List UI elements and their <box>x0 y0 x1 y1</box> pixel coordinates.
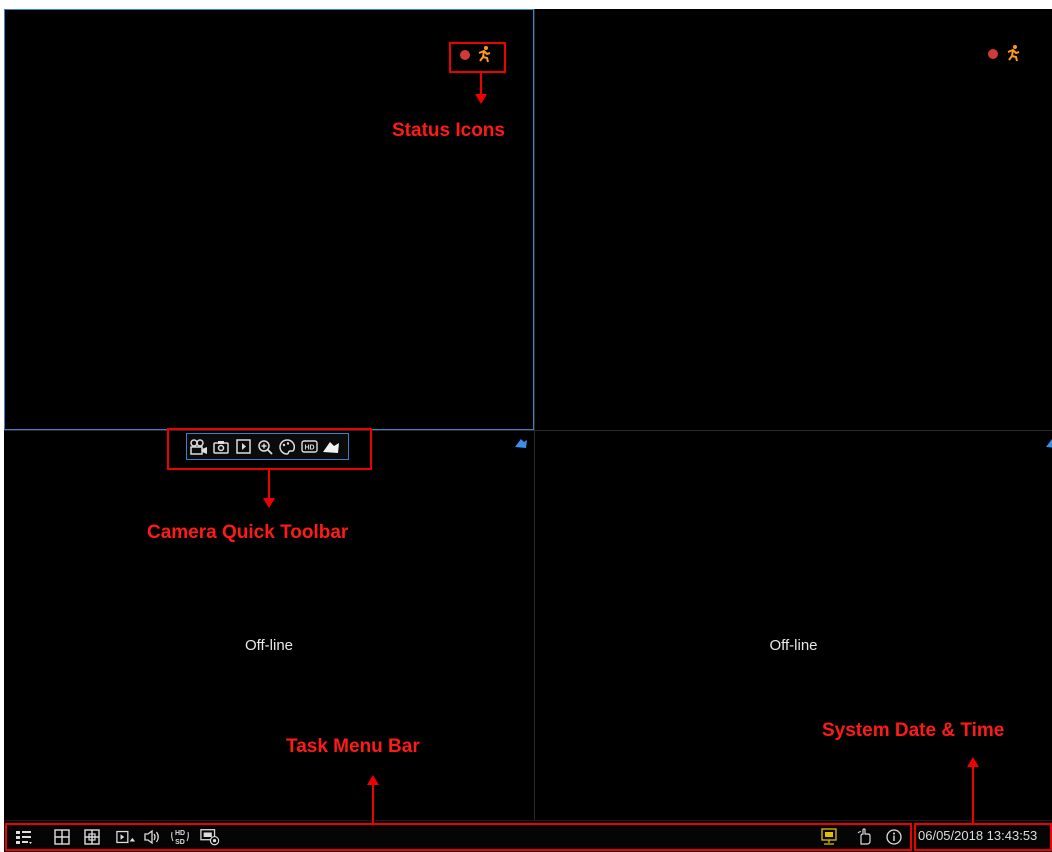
status-icons-highlight <box>449 42 506 73</box>
system-datetime-arrowhead <box>967 757 979 767</box>
task-menu-bar-arrowhead <box>367 775 379 785</box>
camera-toolbar-arrow <box>268 470 270 499</box>
system-datetime-label: System Date & Time <box>822 720 1005 741</box>
system-datetime-highlight <box>914 823 1052 851</box>
camera-toolbar-arrowhead <box>263 498 275 508</box>
status-icons-arrow <box>480 73 482 95</box>
task-menu-bar-highlight <box>5 823 912 851</box>
camera-toolbar-highlight <box>167 428 372 470</box>
grid-divider-horizontal <box>4 430 1052 431</box>
camera-icon <box>1046 439 1052 448</box>
task-menu-bar-arrow <box>372 784 374 823</box>
motion-detection-icon <box>1007 45 1020 62</box>
camera-icon <box>515 439 527 448</box>
camera-toolbar-label: Camera Quick Toolbar <box>147 522 349 543</box>
offline-label: Off-line <box>769 637 818 654</box>
task-menu-bar-label: Task Menu Bar <box>286 736 420 757</box>
grid-divider-vertical <box>534 9 535 820</box>
status-icons-arrowhead <box>475 94 487 104</box>
camera-channel-2[interactable] <box>535 9 1052 430</box>
status-icons-label: Status Icons <box>392 120 505 141</box>
system-datetime-arrow <box>972 766 974 823</box>
offline-label: Off-line <box>244 637 294 654</box>
record-indicator-icon <box>988 49 998 59</box>
